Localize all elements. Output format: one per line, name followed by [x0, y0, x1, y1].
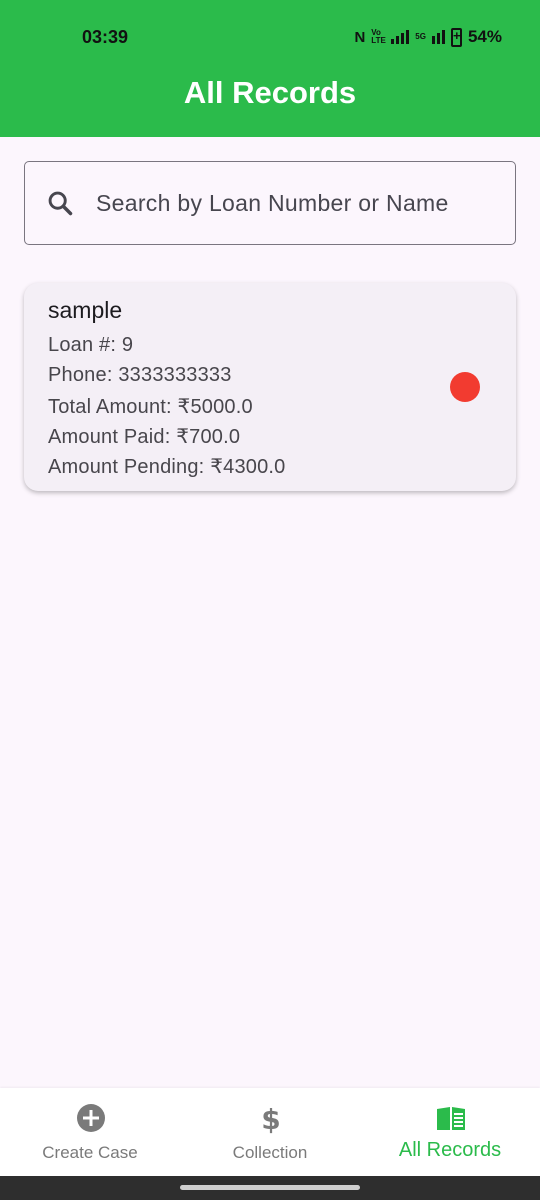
record-amount-paid: Amount Paid: ₹700.0 — [48, 426, 241, 448]
home-handle[interactable] — [180, 1185, 360, 1190]
signal-icon — [391, 30, 410, 44]
nav-all-records[interactable]: All Records — [360, 1088, 540, 1176]
volte-icon: Vo LTE — [371, 28, 386, 45]
record-loan-number: Loan #: 9 — [48, 334, 134, 356]
status-time: 03:39 — [82, 27, 129, 47]
battery-level: 54% — [467, 27, 502, 46]
book-icon — [437, 1107, 465, 1130]
search-icon — [48, 191, 73, 216]
record-total-amount: Total Amount: ₹5000.0 — [48, 396, 253, 418]
network-5g-icon: 5G — [415, 32, 426, 41]
gesture-bar — [0, 1176, 540, 1200]
search-field[interactable] — [24, 161, 516, 245]
nav-all-records-label: All Records — [398, 1139, 502, 1161]
search-input[interactable] — [96, 189, 515, 217]
nav-create-case-label: Create Case — [42, 1143, 138, 1162]
record-name: sample — [48, 297, 123, 323]
status-icons: N Vo LTE 5G 54% — [354, 26, 502, 48]
app-header: 03:39 N Vo LTE 5G 54% All Records — [0, 0, 540, 137]
battery-icon — [450, 27, 462, 47]
bottom-navigation: Create Case $ Collection All Records — [0, 1088, 540, 1176]
nav-collection-label: Collection — [232, 1143, 308, 1162]
dollar-icon: $ — [261, 1103, 280, 1134]
status-indicator-dot — [450, 372, 480, 402]
app-screen: 03:39 N Vo LTE 5G 54% All Records sample… — [0, 0, 540, 1200]
nav-collection[interactable]: $ Collection — [180, 1088, 360, 1176]
add-circle-icon — [77, 1104, 105, 1132]
svg-text:$: $ — [261, 1103, 280, 1134]
nav-create-case[interactable]: Create Case — [0, 1088, 180, 1176]
page-title: All Records — [183, 75, 357, 110]
signal-icon-2 — [431, 30, 445, 44]
record-card[interactable]: sample Loan #: 9 Phone: 3333333333 Total… — [24, 283, 516, 491]
record-phone: Phone: 3333333333 — [48, 364, 232, 386]
record-amount-pending: Amount Pending: ₹4300.0 — [48, 456, 286, 478]
status-bar: 03:39 N Vo LTE 5G 54% — [0, 0, 540, 76]
nfc-icon: N — [354, 28, 366, 46]
